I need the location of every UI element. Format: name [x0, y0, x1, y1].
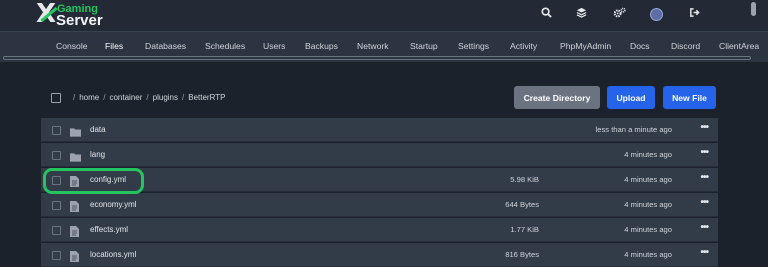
- breadcrumb-plugins[interactable]: plugins: [153, 93, 178, 102]
- breadcrumb-betterrtp: BetterRTP: [188, 93, 226, 102]
- more-options-icon[interactable]: •••: [700, 247, 708, 258]
- search-icon[interactable]: [541, 7, 552, 18]
- new-file-button[interactable]: New File: [663, 86, 716, 109]
- file-name[interactable]: locations.yml: [90, 250, 136, 259]
- tab-clientarea[interactable]: ClientArea: [719, 41, 759, 51]
- breadcrumb-separator: /: [146, 93, 149, 102]
- breadcrumb-home[interactable]: home: [79, 93, 99, 102]
- file-row-locations[interactable]: locations.yml 816 Bytes 4 minutes ago ••…: [41, 243, 718, 267]
- breadcrumb: / home / container / plugins / BetterRTP: [70, 93, 226, 102]
- file-row-lang[interactable]: lang 4 minutes ago •••: [41, 143, 718, 167]
- more-options-icon[interactable]: •••: [700, 197, 708, 208]
- logo-x: X: [36, 0, 57, 29]
- more-options-icon[interactable]: •••: [700, 172, 708, 183]
- create-directory-button[interactable]: Create Directory: [514, 86, 600, 109]
- nav-scrollbar[interactable]: [3, 56, 751, 60]
- avatar[interactable]: [650, 8, 663, 21]
- file-size: 816 Bytes: [505, 250, 539, 259]
- tab-startup[interactable]: Startup: [410, 41, 438, 51]
- file-name[interactable]: lang: [90, 150, 105, 159]
- file-size: 5.98 KiB: [510, 175, 539, 184]
- row-checkbox[interactable]: [52, 251, 61, 260]
- tab-discord[interactable]: Discord: [671, 41, 700, 51]
- file-modified: 4 minutes ago: [624, 200, 672, 209]
- file-row-data[interactable]: data less than a minute ago •••: [41, 118, 718, 142]
- breadcrumb-separator: /: [73, 93, 76, 102]
- page-scrollbar[interactable]: [751, 2, 756, 16]
- breadcrumb-separator: /: [103, 93, 106, 102]
- tab-network[interactable]: Network: [357, 41, 389, 51]
- file-modified: 4 minutes ago: [624, 225, 672, 234]
- breadcrumb-container[interactable]: container: [109, 93, 142, 102]
- more-options-icon[interactable]: •••: [700, 147, 708, 158]
- tab-settings[interactable]: Settings: [458, 41, 489, 51]
- folder-icon: [70, 124, 81, 142]
- row-checkbox[interactable]: [52, 201, 61, 210]
- top-bar: X Gaming Server: [0, 0, 768, 31]
- file-name[interactable]: effects.yml: [90, 225, 128, 234]
- file-modified: 4 minutes ago: [624, 150, 672, 159]
- tab-files[interactable]: Files: [105, 41, 123, 51]
- logo-server: Server: [56, 12, 103, 29]
- row-checkbox[interactable]: [52, 151, 61, 160]
- tab-docs[interactable]: Docs: [630, 41, 650, 51]
- file-row-effects[interactable]: effects.yml 1.77 KiB 4 minutes ago •••: [41, 218, 718, 242]
- more-options-icon[interactable]: •••: [700, 222, 708, 233]
- folder-icon: [70, 149, 81, 167]
- file-size: 1.77 KiB: [510, 225, 539, 234]
- file-row-economy[interactable]: economy.yml 644 Bytes 4 minutes ago •••: [41, 193, 718, 217]
- layers-icon[interactable]: [576, 7, 587, 18]
- tab-schedules[interactable]: Schedules: [205, 41, 245, 51]
- gears-icon[interactable]: [613, 7, 626, 18]
- file-icon: [70, 199, 79, 217]
- file-icon: [70, 249, 79, 267]
- upload-button[interactable]: Upload: [607, 86, 655, 109]
- config-highlight-annotation: [43, 168, 144, 194]
- tab-users[interactable]: Users: [263, 41, 285, 51]
- select-all-checkbox[interactable]: [51, 93, 61, 103]
- tab-phpmyadmin[interactable]: PhpMyAdmin: [560, 41, 611, 51]
- file-name[interactable]: economy.yml: [90, 200, 137, 209]
- tab-backups[interactable]: Backups: [305, 41, 338, 51]
- breadcrumb-separator: /: [182, 93, 185, 102]
- file-modified: 4 minutes ago: [624, 175, 672, 184]
- tab-console[interactable]: Console: [56, 41, 88, 51]
- file-modified: less than a minute ago: [595, 125, 672, 134]
- sign-out-icon[interactable]: [689, 7, 700, 18]
- more-options-icon[interactable]: •••: [700, 122, 708, 133]
- tab-databases[interactable]: Databases: [145, 41, 186, 51]
- brand-logo[interactable]: X Gaming Server: [36, 0, 116, 29]
- file-name[interactable]: data: [90, 125, 106, 134]
- file-size: 644 Bytes: [505, 200, 539, 209]
- row-checkbox[interactable]: [52, 126, 61, 135]
- file-icon: [70, 224, 79, 242]
- row-checkbox[interactable]: [52, 226, 61, 235]
- file-modified: 4 minutes ago: [624, 250, 672, 259]
- tab-activity[interactable]: Activity: [510, 41, 537, 51]
